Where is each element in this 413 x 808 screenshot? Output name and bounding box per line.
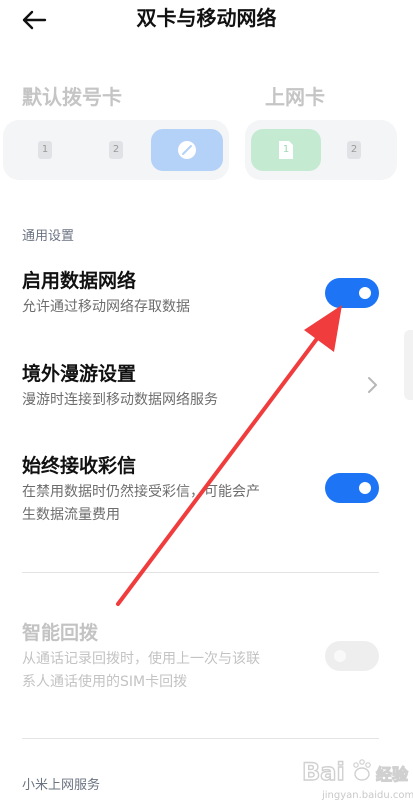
edge-scroll-handle[interactable] (404, 330, 413, 400)
watermark-url: jingyan.baidu.com (322, 790, 413, 801)
roaming-settings-title[interactable]: 境外漫游设置 (22, 361, 136, 387)
auto-select-icon (178, 141, 196, 159)
svg-text:经验: 经验 (376, 765, 409, 784)
watermark: Bai 经验 jingyan.baidu.com (300, 752, 413, 804)
xiaomi-internet-service-section-label: 小米上网服务 (22, 778, 101, 793)
default-dial-option-sim2[interactable]: 2 (109, 141, 123, 159)
default-dial-sim-label: 默认拨号卡 (22, 85, 122, 109)
data-option-sim1-number: 1 (282, 144, 290, 155)
toggle-knob (334, 650, 346, 662)
mobile-data-description: 允许通过移动网络存取数据 (22, 299, 190, 315)
divider (22, 738, 379, 739)
smart-redial-title: 智能回拨 (22, 622, 99, 644)
baidu-jingyan-logo: Bai 经验 (301, 757, 409, 786)
mobile-data-toggle[interactable] (325, 278, 379, 308)
data-sim-selector: 1 2 (245, 120, 397, 180)
smart-redial-description-line1: 从通话记录回拨时，使用上一次与该联 (22, 651, 260, 667)
always-receive-mms-toggle[interactable] (325, 473, 379, 503)
divider (22, 572, 379, 573)
data-option-sim1[interactable]: 1 (251, 129, 321, 171)
roaming-settings-description: 漫游时连接到移动数据网络服务 (22, 392, 218, 408)
svg-text:Bai: Bai (302, 758, 345, 786)
general-settings-section-label: 通用设置 (22, 229, 75, 244)
mobile-data-title: 启用数据网络 (22, 270, 137, 292)
always-receive-mms-title: 始终接收彩信 (22, 455, 137, 477)
default-dial-option-sim1[interactable]: 1 (38, 141, 52, 159)
page-title: 双卡与移动网络 (136, 6, 277, 30)
toggle-knob (359, 287, 371, 299)
default-dial-sim-selector: 1 2 (3, 120, 229, 180)
toggle-knob (359, 482, 371, 494)
smart-redial-toggle[interactable] (325, 641, 379, 671)
header: 双卡与移动网络 (0, 0, 413, 40)
data-option-sim2[interactable]: 2 (347, 141, 361, 159)
chevron-right-icon[interactable] (364, 373, 380, 397)
sim-card-icon: 1 (278, 140, 294, 160)
data-sim-label: 上网卡 (265, 85, 325, 109)
default-dial-option-auto[interactable] (151, 129, 223, 171)
always-receive-mms-description-line2: 生数据流量费用 (22, 507, 120, 523)
smart-redial-description-line2: 系人通话使用的SIM卡回拨 (22, 674, 188, 690)
always-receive-mms-description-line1: 在禁用数据时仍然接受彩信，可能会产 (22, 484, 260, 500)
